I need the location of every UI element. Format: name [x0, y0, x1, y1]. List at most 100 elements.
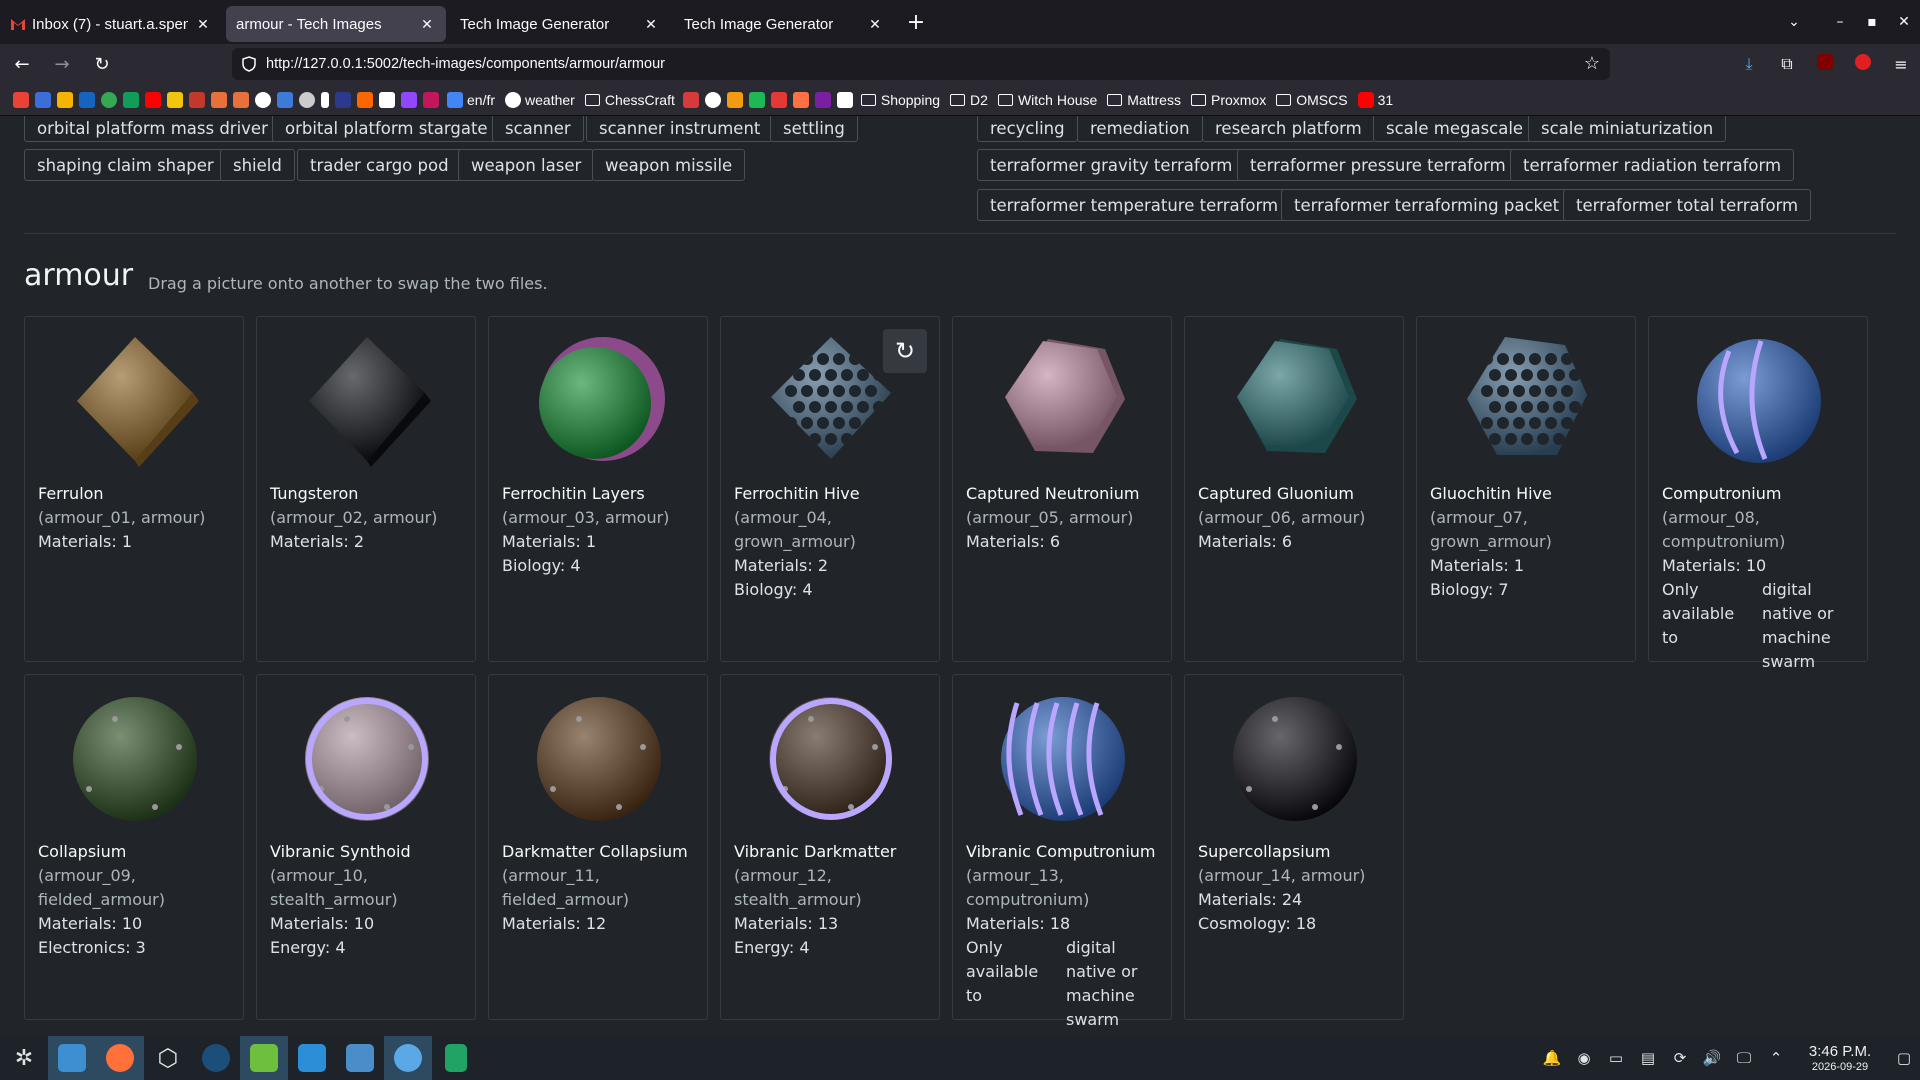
hackernews-bookmark-icon[interactable] — [357, 91, 373, 108]
bookmark-icon[interactable] — [748, 91, 765, 108]
armour-image[interactable] — [761, 689, 901, 829]
armour-image[interactable] — [1225, 689, 1365, 829]
component-chip[interactable]: weapon missile — [592, 149, 746, 181]
menu-icon[interactable]: ≡ — [1882, 55, 1920, 74]
accessibility-icon[interactable]: ◉ — [1568, 1049, 1600, 1067]
armour-image[interactable] — [1225, 331, 1365, 471]
bookmark-icon[interactable] — [770, 91, 787, 108]
bookmark-icon[interactable] — [836, 91, 853, 108]
armour-image[interactable] — [761, 331, 901, 471]
component-chip[interactable]: scale megascale — [1373, 116, 1537, 142]
armour-card[interactable]: Vibranic Synthoid (armour_10, stealth_arm… — [256, 674, 476, 1020]
close-icon[interactable]: ✕ — [642, 16, 660, 33]
bookmark-en-fr[interactable]: en/fr — [447, 91, 495, 108]
armour-image[interactable] — [993, 331, 1133, 471]
gmail-bookmark-icon[interactable] — [13, 91, 29, 108]
armour-card[interactable]: Vibranic Darkmatter (armour_12, stealth_a… — [720, 674, 940, 1020]
tab-armour[interactable]: armour - Tech Images ✕ — [226, 6, 446, 42]
tab-gmail[interactable]: Inbox (7) - stuart.a.spence ✕ — [0, 6, 222, 42]
bookmark-icon[interactable] — [79, 91, 95, 108]
bookmark-icon[interactable] — [379, 91, 395, 108]
armour-card[interactable]: Computronium (armour_08, computronium) Mat… — [1648, 316, 1868, 671]
bookmark-icon[interactable] — [233, 91, 249, 108]
component-chip[interactable]: research platform — [1202, 116, 1375, 142]
tab-generator-1[interactable]: Tech Image Generator ✕ — [450, 6, 670, 42]
component-chip[interactable]: scanner instrument — [586, 116, 774, 142]
claude-bookmark-icon[interactable] — [211, 91, 227, 108]
tab-generator-2[interactable]: Tech Image Generator ✕ — [674, 6, 894, 42]
bookmark-icon[interactable] — [189, 91, 205, 108]
bookmark-star-icon[interactable]: ☆ — [1584, 53, 1600, 74]
bookmark-icon[interactable] — [255, 91, 271, 108]
forward-arrow-icon[interactable]: → — [44, 48, 80, 80]
component-chip[interactable]: terraformer gravity terraform — [977, 149, 1246, 181]
bookmark-icon[interactable] — [423, 91, 439, 108]
volume-icon[interactable]: 🔊 — [1696, 1049, 1728, 1067]
youtube-icon[interactable] — [1844, 54, 1882, 74]
armour-image[interactable] — [1457, 331, 1597, 471]
terminal-icon[interactable]: ▭ — [1600, 1049, 1632, 1067]
component-chip[interactable]: settling — [770, 116, 858, 142]
minimize-icon[interactable]: – — [1824, 14, 1856, 30]
component-chip[interactable]: scanner — [492, 116, 584, 142]
armour-image[interactable] — [297, 689, 437, 829]
steam-icon[interactable] — [192, 1036, 240, 1080]
tab-list-chevron-icon[interactable]: ⌄ — [1778, 14, 1810, 30]
component-chip[interactable]: weapon laser — [458, 149, 595, 181]
reload-icon[interactable]: ↻ — [84, 48, 120, 80]
bookmark-icon[interactable] — [726, 91, 743, 108]
armour-card[interactable]: Supercollapsium (armour_14, armour) Materi… — [1184, 674, 1404, 1020]
download-icon[interactable]: ⤓ — [1730, 54, 1768, 74]
component-chip[interactable]: terraformer pressure terraform — [1237, 149, 1519, 181]
show-desktop-icon[interactable]: ▢ — [1888, 1049, 1920, 1067]
component-chip[interactable]: shield — [220, 149, 295, 181]
armour-image[interactable] — [993, 689, 1133, 829]
close-icon[interactable]: ✕ — [194, 16, 212, 33]
vscode-icon[interactable] — [288, 1036, 336, 1080]
window-close-icon[interactable]: ✕ — [1888, 14, 1920, 30]
back-arrow-icon[interactable]: ← — [4, 48, 40, 80]
bookmark-folder-mattress[interactable]: Mattress — [1107, 92, 1181, 108]
bookmark-icon[interactable] — [682, 91, 699, 108]
close-icon[interactable]: ✕ — [418, 16, 436, 33]
bookmark-folder-omscs[interactable]: OMSCS — [1276, 92, 1348, 108]
component-chip[interactable]: orbital platform stargate — [272, 116, 501, 142]
armour-card[interactable]: Gluochitin Hive (armour_07, grown_armour)… — [1416, 316, 1636, 662]
app-launcher-icon[interactable]: ✲ — [0, 1036, 48, 1080]
armour-card[interactable]: Darkmatter Collapsium (armour_11, fielded… — [488, 674, 708, 1020]
armour-card[interactable]: Vibranic Computronium (armour_13, computr… — [952, 674, 1172, 1029]
new-tab-button[interactable]: + — [900, 6, 932, 38]
bookmark-icon[interactable] — [321, 91, 329, 108]
bookmark-icon[interactable] — [335, 91, 351, 108]
sheets-icon[interactable] — [432, 1036, 480, 1080]
file-manager-icon[interactable] — [48, 1036, 96, 1080]
maximize-icon[interactable]: ▪ — [1856, 14, 1888, 30]
armour-image[interactable] — [1689, 331, 1829, 471]
bookmark-31[interactable]: 31 — [1357, 91, 1393, 108]
component-chip[interactable]: shaping claim shaper — [24, 149, 227, 181]
calendar-bookmark-icon[interactable] — [35, 91, 51, 108]
youtube-bookmark-icon[interactable] — [145, 91, 161, 108]
bookmark-folder-chesscraft[interactable]: ChessCraft — [584, 92, 675, 108]
component-chip[interactable]: terraformer total terraform — [1563, 189, 1812, 221]
bookmark-icon[interactable] — [277, 91, 293, 108]
armour-card[interactable]: Captured Neutronium (armour_05, armour) Ma… — [952, 316, 1172, 662]
ublock-icon[interactable] — [1806, 54, 1844, 74]
component-chip[interactable]: terraformer terraforming packet — [1281, 189, 1573, 221]
component-chip[interactable]: orbital platform mass driver — [24, 116, 281, 142]
component-chip[interactable]: trader cargo pod — [297, 149, 462, 181]
bookmark-folder-proxmox[interactable]: Proxmox — [1190, 92, 1266, 108]
bookmark-folder-witch-house[interactable]: Witch House — [997, 92, 1097, 108]
armour-card[interactable]: Collapsium (armour_09, fielded_armour) Mat… — [24, 674, 244, 1020]
armour-image[interactable] — [65, 331, 205, 471]
armour-image[interactable] — [529, 331, 669, 471]
bookmark-icon[interactable] — [704, 91, 721, 108]
armour-card[interactable]: Tungsteron (armour_02, armour) Materials: … — [256, 316, 476, 662]
bookmark-icon[interactable] — [792, 91, 809, 108]
maps-bookmark-icon[interactable] — [101, 91, 117, 108]
bookmark-icon[interactable] — [167, 91, 183, 108]
clipboard-icon[interactable]: ▤ — [1632, 1049, 1664, 1067]
component-chip[interactable]: remediation — [1077, 116, 1203, 142]
close-icon[interactable]: ✕ — [866, 16, 884, 33]
armour-card[interactable]: Ferrochitin Layers (armour_03, armour) Mat… — [488, 316, 708, 662]
